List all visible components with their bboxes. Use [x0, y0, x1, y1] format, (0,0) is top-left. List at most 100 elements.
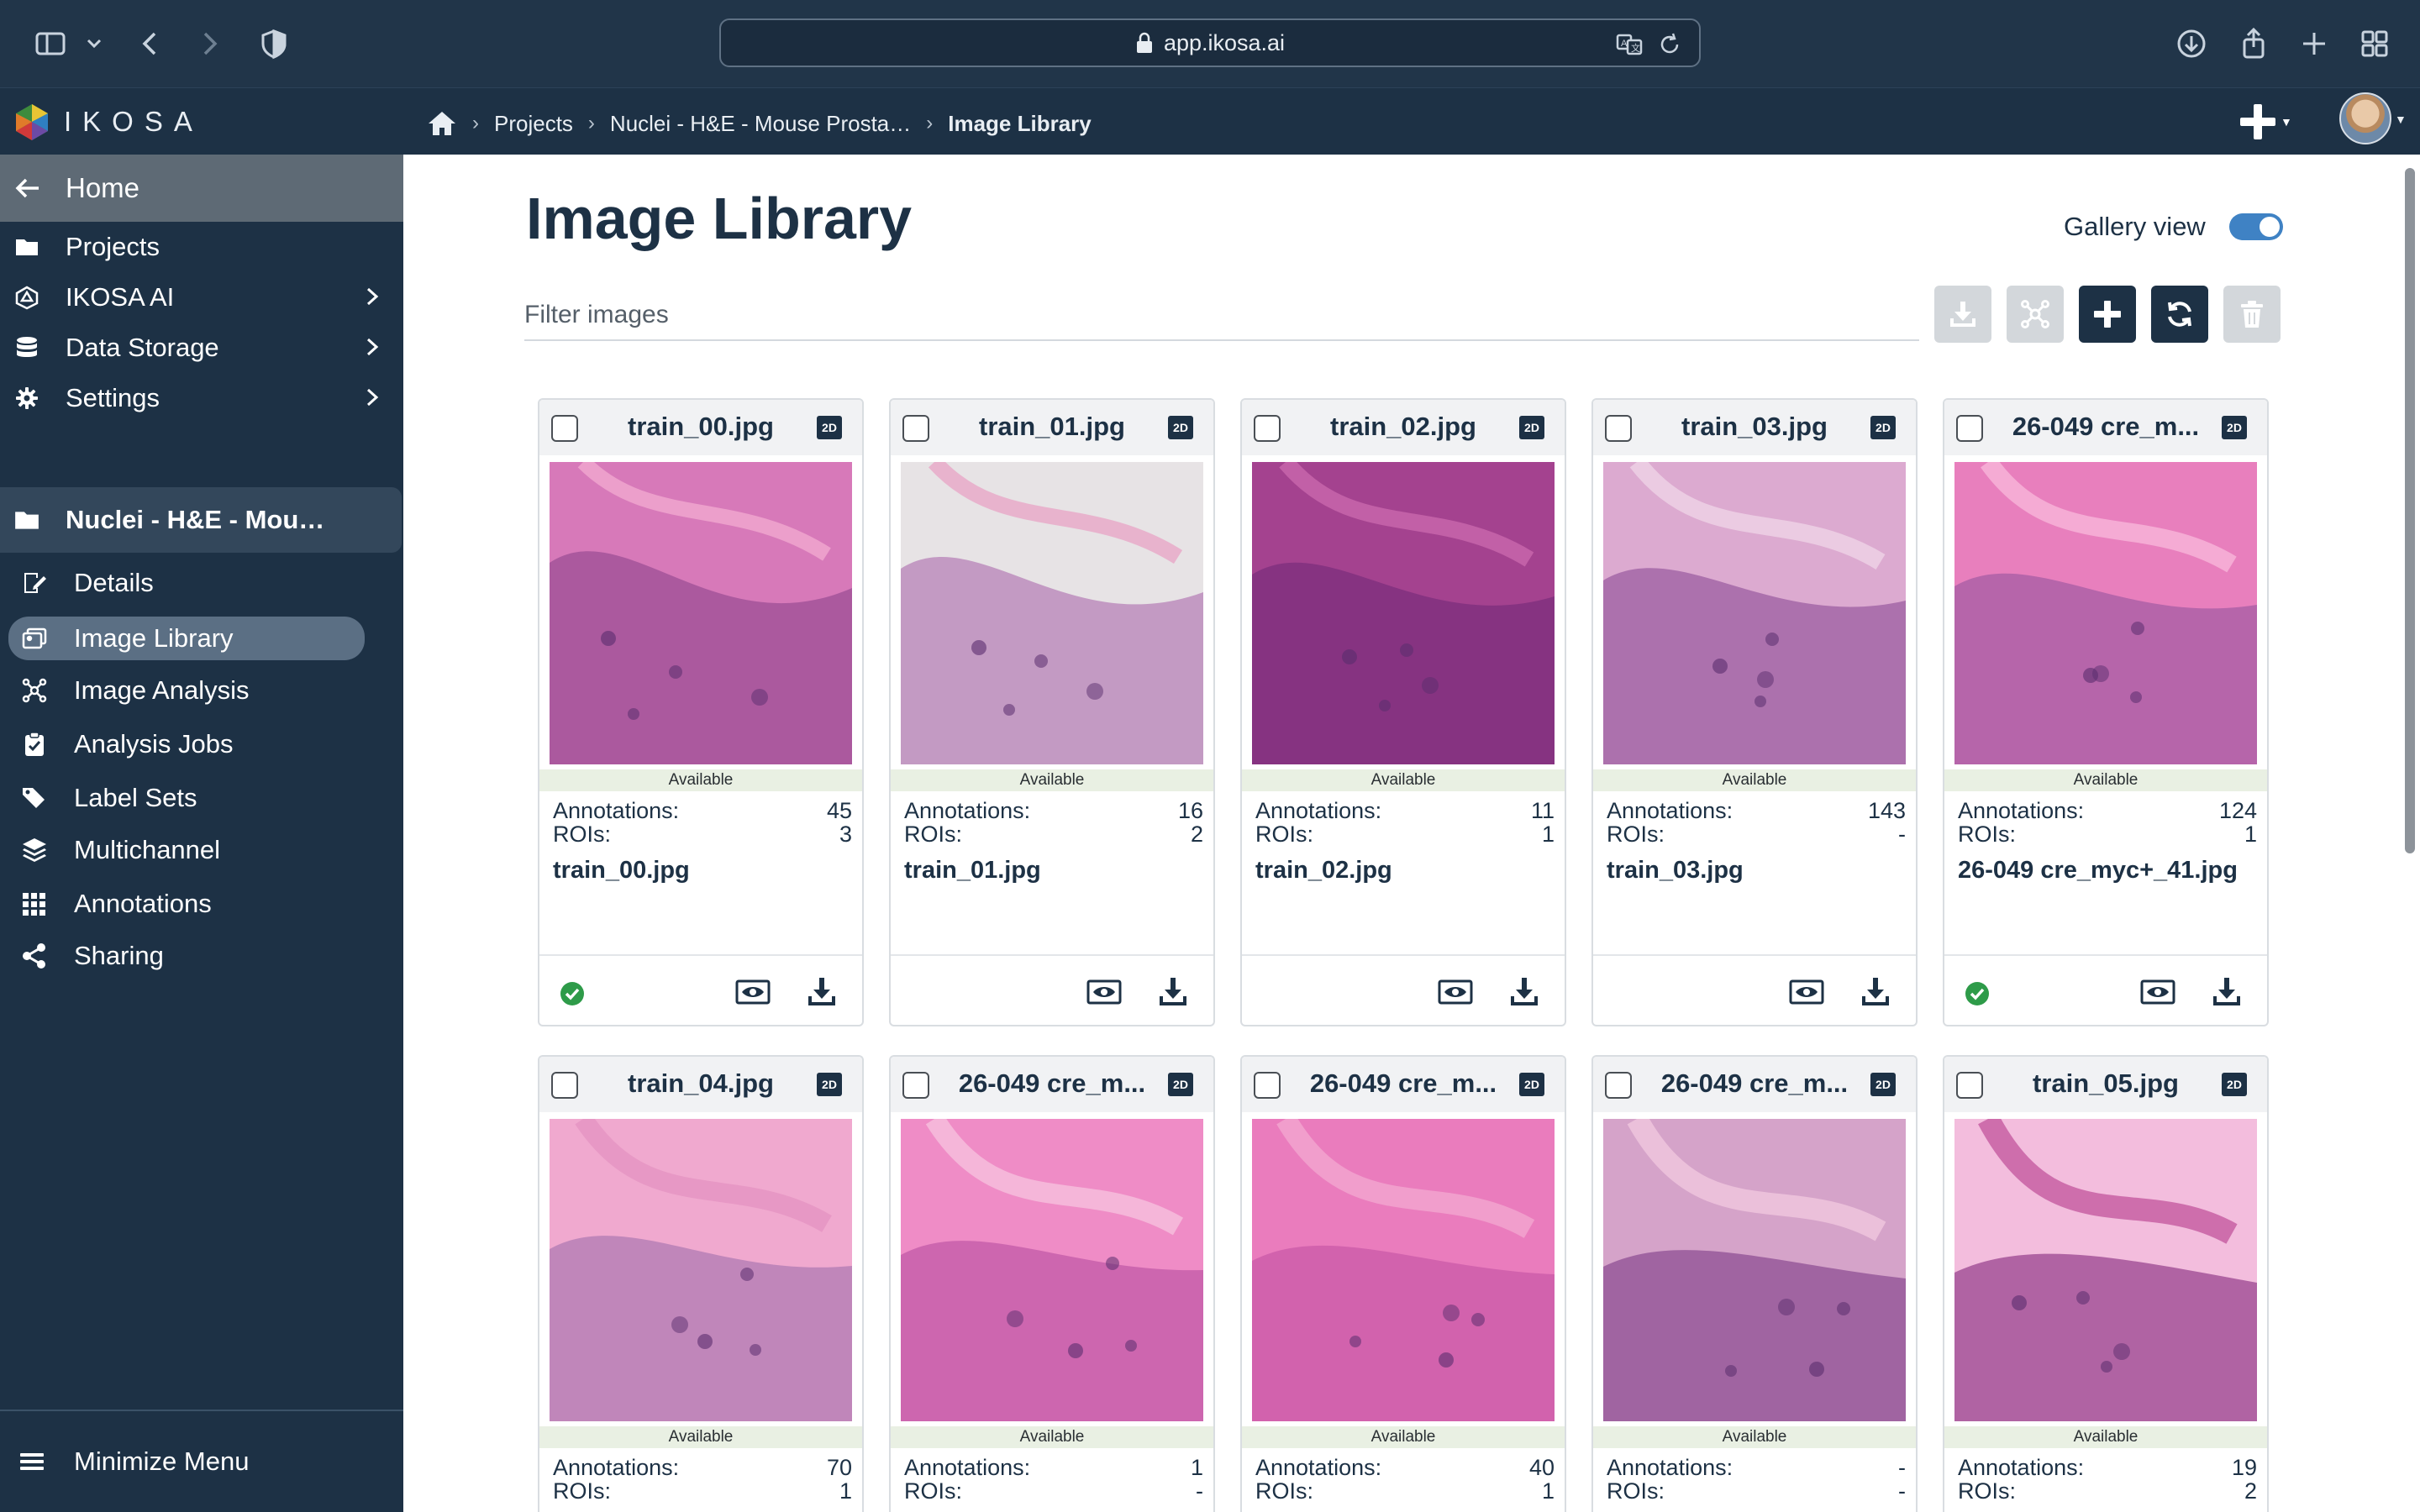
- image-card-header: train_05.jpg 2D: [1944, 1057, 2267, 1112]
- image-card[interactable]: 26-049 cre_m... 2D Available Annotations…: [1240, 1055, 1566, 1512]
- download-icon[interactable]: [807, 976, 837, 1008]
- image-card-title[interactable]: 26-049 cre_m...: [1291, 1068, 1516, 1099]
- image-card-title[interactable]: train_05.jpg: [1993, 1068, 2218, 1099]
- view-image-icon[interactable]: [1788, 978, 1825, 1008]
- image-card-title[interactable]: train_03.jpg: [1642, 412, 1867, 442]
- view-image-icon[interactable]: [1437, 978, 1474, 1008]
- avatar[interactable]: [2339, 92, 2391, 144]
- sidebar-toggle-icon[interactable]: [27, 20, 74, 67]
- image-card[interactable]: train_01.jpg 2D Available Annotations: 1…: [889, 398, 1215, 1026]
- view-image-icon[interactable]: [1086, 978, 1123, 1008]
- view-image-icon[interactable]: [2139, 978, 2176, 1008]
- image-card-title[interactable]: 26-049 cre_m...: [939, 1068, 1165, 1099]
- select-checkbox[interactable]: [1254, 415, 1281, 442]
- minimize-menu-button[interactable]: Minimize Menu: [0, 1440, 403, 1483]
- select-checkbox[interactable]: [1254, 1072, 1281, 1099]
- image-card-title[interactable]: train_00.jpg: [588, 412, 813, 442]
- analyze-selected-button[interactable]: [2007, 286, 2064, 343]
- sidebar-item-label-sets[interactable]: Label Sets: [0, 776, 370, 820]
- home-icon[interactable]: [427, 109, 457, 138]
- tab-overview-icon[interactable]: [2351, 20, 2398, 67]
- add-image-button[interactable]: [2079, 286, 2136, 343]
- select-checkbox[interactable]: [1605, 415, 1632, 442]
- image-thumbnail[interactable]: [1603, 462, 1906, 764]
- sidebar-item-data-storage[interactable]: Data Storage: [0, 326, 403, 370]
- sidebar-item-image-library[interactable]: Image Library: [8, 617, 365, 660]
- refresh-button[interactable]: [2151, 286, 2208, 343]
- image-thumbnail[interactable]: [1603, 1119, 1906, 1421]
- downloads-icon[interactable]: [2168, 20, 2215, 67]
- image-card-title[interactable]: train_01.jpg: [939, 412, 1165, 442]
- share-icon[interactable]: [2230, 20, 2277, 67]
- address-bar[interactable]: app.ikosa.ai A文: [719, 18, 1701, 67]
- image-card[interactable]: train_05.jpg 2D Available Annotations: 1…: [1943, 1055, 2269, 1512]
- caret-down-icon[interactable]: ▼: [2395, 113, 2407, 126]
- sidebar-item-settings[interactable]: Settings: [0, 376, 403, 420]
- image-card-title[interactable]: train_02.jpg: [1291, 412, 1516, 442]
- download-icon[interactable]: [2212, 976, 2242, 1008]
- image-card[interactable]: train_02.jpg 2D Available Annotations: 1…: [1240, 398, 1566, 1026]
- select-checkbox[interactable]: [551, 415, 578, 442]
- image-card[interactable]: train_03.jpg 2D Available Annotations: 1…: [1591, 398, 1918, 1026]
- image-file-name: train_00.jpg: [553, 857, 690, 884]
- image-card[interactable]: train_04.jpg 2D Available Annotations: 7…: [538, 1055, 864, 1512]
- image-card[interactable]: 26-049 cre_m... 2D Available Annotations…: [1591, 1055, 1918, 1512]
- shield-icon[interactable]: [250, 20, 297, 67]
- chevron-down-icon[interactable]: [77, 20, 111, 67]
- image-thumbnail[interactable]: [1252, 1119, 1555, 1421]
- select-checkbox[interactable]: [902, 415, 929, 442]
- select-checkbox[interactable]: [1956, 415, 1983, 442]
- image-card[interactable]: 26-049 cre_m... 2D Available Annotations…: [889, 1055, 1215, 1512]
- image-thumbnail[interactable]: [550, 1119, 852, 1421]
- image-thumbnail[interactable]: [1954, 1119, 2257, 1421]
- image-card[interactable]: 26-049 cre_m... 2D Available Annotations…: [1943, 398, 2269, 1026]
- sidebar-item-multichannel[interactable]: Multichannel: [0, 828, 370, 872]
- forward-arrow-icon[interactable]: [185, 20, 232, 67]
- image-card-footer: [1593, 954, 1916, 1025]
- reload-icon[interactable]: [1655, 30, 1684, 59]
- select-checkbox[interactable]: [1956, 1072, 1983, 1099]
- breadcrumb-projects[interactable]: Projects: [494, 111, 573, 137]
- ikosa-logo[interactable]: IKOSA: [12, 102, 203, 142]
- sidebar-item-image-analysis[interactable]: Image Analysis: [0, 669, 370, 712]
- image-thumbnail[interactable]: [550, 462, 852, 764]
- image-card-footer: [891, 954, 1213, 1025]
- sidebar-current-project[interactable]: Nuclei - H&E - Mou…: [0, 487, 402, 553]
- image-card-title[interactable]: 26-049 cre_m...: [1993, 412, 2218, 442]
- sidebar-item-details[interactable]: Details: [0, 561, 370, 605]
- sidebar-home[interactable]: Home: [0, 155, 403, 222]
- image-thumbnail[interactable]: [901, 1119, 1203, 1421]
- download-icon[interactable]: [1509, 976, 1539, 1008]
- scrollbar-thumb[interactable]: [2405, 168, 2415, 853]
- gallery-view-toggle[interactable]: Gallery view: [2064, 212, 2283, 242]
- back-arrow-icon[interactable]: [128, 20, 175, 67]
- image-thumbnail[interactable]: [1954, 462, 2257, 764]
- select-checkbox[interactable]: [551, 1072, 578, 1099]
- view-image-icon[interactable]: [734, 978, 771, 1008]
- delete-selected-button[interactable]: [2223, 286, 2281, 343]
- image-card-title[interactable]: 26-049 cre_m...: [1642, 1068, 1867, 1099]
- download-icon[interactable]: [1158, 976, 1188, 1008]
- select-checkbox[interactable]: [902, 1072, 929, 1099]
- annotations-row: Annotations: 70: [553, 1455, 852, 1481]
- gallery-view-switch[interactable]: [2228, 213, 2283, 240]
- sidebar-item-sharing[interactable]: Sharing: [0, 934, 370, 978]
- download-icon[interactable]: [1860, 976, 1891, 1008]
- create-menu-button[interactable]: ▼: [2237, 100, 2304, 144]
- select-checkbox[interactable]: [1605, 1072, 1632, 1099]
- sidebar-item-ikosa-ai[interactable]: IKOSA AI: [0, 276, 403, 319]
- download-selected-button[interactable]: [1934, 286, 1991, 343]
- sidebar-item-projects[interactable]: Projects: [0, 225, 403, 269]
- sidebar-item-analysis-jobs[interactable]: Analysis Jobs: [0, 722, 370, 766]
- image-thumbnail[interactable]: [901, 462, 1203, 764]
- image-card[interactable]: train_00.jpg 2D Available Annotations: 4…: [538, 398, 864, 1026]
- image-thumbnail[interactable]: [1252, 462, 1555, 764]
- sidebar-item-annotations[interactable]: Annotations: [0, 882, 370, 926]
- image-card-title[interactable]: train_04.jpg: [588, 1068, 813, 1099]
- new-tab-icon[interactable]: [2291, 20, 2338, 67]
- translate-icon[interactable]: A文: [1615, 30, 1644, 59]
- breadcrumb-project[interactable]: Nuclei - H&E - Mouse Prosta…: [610, 111, 911, 137]
- annotations-label: Annotations:: [1255, 1455, 1382, 1480]
- annotations-label: Annotations:: [1958, 1455, 2085, 1480]
- filter-images-input[interactable]: Filter images: [524, 296, 1919, 341]
